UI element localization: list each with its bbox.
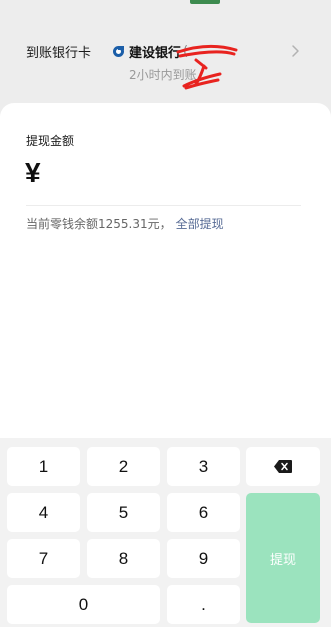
balance-text: 当前零钱余额1255.31元， <box>26 217 172 231</box>
key-dot[interactable]: . <box>167 585 240 624</box>
backspace-icon <box>274 460 292 473</box>
chevron-right-icon <box>292 45 299 57</box>
bank-info: 建设银行 ( <box>113 42 188 61</box>
key-1[interactable]: 1 <box>7 447 80 486</box>
key-8[interactable]: 8 <box>87 539 160 578</box>
bank-card-label: 到账银行卡 <box>26 46 92 61</box>
withdraw-submit-button[interactable]: 提现 <box>246 493 320 623</box>
key-5[interactable]: 5 <box>87 493 160 532</box>
bank-logo-icon <box>113 46 124 57</box>
bank-card-selector[interactable]: 到账银行卡 建设银行 ( 2小时内到账 <box>0 0 331 102</box>
arrival-time: 2小时内到账 <box>129 68 197 82</box>
withdraw-all-link[interactable]: 全部提现 <box>176 217 224 231</box>
backspace-key[interactable] <box>246 447 320 486</box>
amount-divider <box>26 205 301 206</box>
key-2[interactable]: 2 <box>87 447 160 486</box>
bank-name: 建设银行 <box>129 46 182 61</box>
bank-card-suffix: ( <box>183 44 189 59</box>
key-3[interactable]: 3 <box>167 447 240 486</box>
key-6[interactable]: 6 <box>167 493 240 532</box>
numeric-keypad: 1 2 3 4 5 6 7 8 9 0 . 提现 <box>0 438 331 627</box>
key-0[interactable]: 0 <box>7 585 160 624</box>
currency-symbol: ¥ <box>25 157 41 188</box>
withdraw-card: 提现金额 ¥ 当前零钱余额1255.31元， 全部提现 <box>0 103 331 438</box>
key-4[interactable]: 4 <box>7 493 80 532</box>
key-7[interactable]: 7 <box>7 539 80 578</box>
amount-title: 提现金额 <box>26 134 75 148</box>
balance-line: 当前零钱余额1255.31元， 全部提现 <box>26 215 224 232</box>
key-9[interactable]: 9 <box>167 539 240 578</box>
